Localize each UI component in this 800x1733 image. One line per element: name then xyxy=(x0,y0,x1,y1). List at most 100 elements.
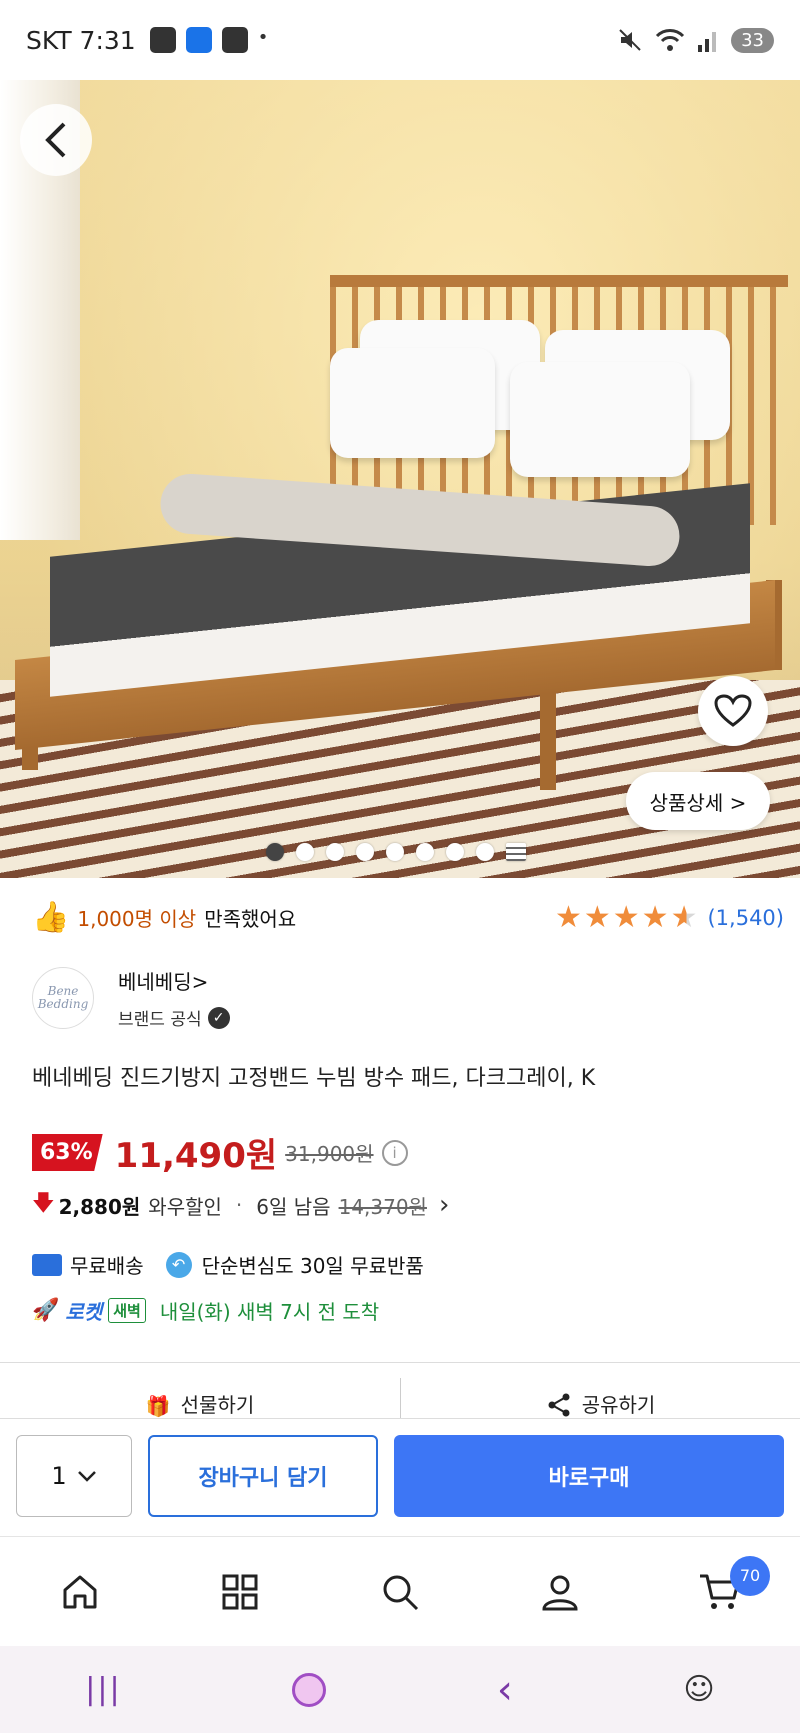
chevron-down-icon xyxy=(77,1471,96,1482)
star-rating[interactable]: ★ ★ ★ ★ ★ (1,540) xyxy=(555,900,784,935)
app-notification-icon xyxy=(185,27,212,53)
status-notification-icons: • xyxy=(149,27,269,53)
image-pillow xyxy=(510,362,690,477)
brand-logo[interactable]: Bene Bedding xyxy=(32,967,94,1029)
info-icon[interactable]: i xyxy=(381,1139,408,1166)
arrival-text: 내일(화) 새벽 7시 전 도착 xyxy=(159,1300,380,1324)
signal-icon xyxy=(698,32,717,52)
rocket-icon: 🚀 xyxy=(32,1298,60,1323)
pagination-dot[interactable] xyxy=(296,843,314,861)
bottom-nav: 70 xyxy=(0,1536,800,1646)
wifi-icon xyxy=(656,29,685,51)
pagination-more-icon[interactable] xyxy=(506,843,526,861)
rating-row: 👍 1,000명 이상 만족했어요 ★ ★ ★ ★ ★ (1,540) xyxy=(32,900,784,935)
nav-home[interactable] xyxy=(50,1562,110,1622)
share-icon xyxy=(548,1393,570,1417)
pagination-dot[interactable] xyxy=(356,843,374,861)
brand-logo-text: Bene Bedding xyxy=(37,984,89,1011)
nav-search[interactable] xyxy=(370,1562,430,1622)
brand-official-label: 브랜드 공식 ✓ xyxy=(118,1005,230,1030)
coffee-icon xyxy=(149,27,176,53)
cart-count-badge: 70 xyxy=(730,1555,770,1596)
chevron-right-icon: › xyxy=(438,1190,450,1220)
sale-price: 11,490원 xyxy=(114,1136,278,1176)
back-button[interactable] xyxy=(20,104,92,176)
image-bed-leg xyxy=(540,680,556,790)
share-actions: 🎁 선물하기 공유하기 xyxy=(0,1378,800,1418)
system-home-button[interactable] xyxy=(292,1672,327,1707)
add-to-cart-button[interactable]: 장바구니 담기 xyxy=(148,1435,378,1517)
separator: · xyxy=(235,1193,243,1217)
satisfied-text: 만족했어요 xyxy=(204,907,297,931)
star-icon: ★ xyxy=(612,900,640,935)
gift-label: 선물하기 xyxy=(180,1393,255,1417)
search-icon xyxy=(383,1575,419,1610)
star-icon: ★ xyxy=(641,900,669,935)
truck-icon xyxy=(32,1253,62,1276)
price-row: 63% 11,490원 31,900원 i xyxy=(32,1128,408,1177)
star-half-icon: ★ xyxy=(670,900,698,935)
review-count[interactable]: (1,540) xyxy=(707,906,784,930)
discount-badge: 63% xyxy=(32,1134,103,1171)
purchase-bar: 1 장바구니 담기 바로구매 xyxy=(0,1418,800,1536)
image-pagination xyxy=(266,843,526,861)
quantity-select[interactable]: 1 xyxy=(16,1435,132,1517)
quantity-value: 1 xyxy=(51,1462,67,1490)
rocket-delivery-row: 🚀 로켓 새벽 내일(화) 새벽 7시 전 도착 xyxy=(32,1296,379,1325)
grid-icon xyxy=(222,1574,258,1609)
nav-categories[interactable] xyxy=(210,1562,270,1622)
rocket-label: 로켓 xyxy=(65,1300,103,1324)
chevron-left-icon xyxy=(45,122,66,158)
free-return-text: 단순변심도 30일 무료반품 xyxy=(201,1254,424,1278)
original-price: 31,900원 xyxy=(285,1142,374,1166)
brand-name-link[interactable]: 베네베딩> xyxy=(118,966,230,995)
product-detail-button[interactable]: 상품상세 > xyxy=(626,772,770,830)
down-arrow-icon: 🡇 xyxy=(32,1191,55,1216)
star-icon: ★ xyxy=(554,900,582,935)
verified-check-icon: ✓ xyxy=(207,1006,230,1029)
gift-icon: 🎁 xyxy=(145,1394,171,1418)
mute-icon xyxy=(619,29,641,51)
status-bar: SKT 7:31 • 33 xyxy=(0,0,800,80)
buy-now-button[interactable]: 바로구매 xyxy=(394,1435,784,1517)
shipping-row: 무료배송 ↶ 단순변심도 30일 무료반품 xyxy=(32,1250,424,1279)
wow-discount-row[interactable]: 🡇 2,880원 와우할인 · 6일 남음 14,370원 › xyxy=(32,1186,449,1224)
pagination-dot[interactable] xyxy=(326,843,344,861)
home-icon xyxy=(63,1575,97,1608)
wow-label: 와우할인 xyxy=(148,1194,222,1219)
satisfied-count: 1,000명 이상 xyxy=(77,907,197,931)
pagination-dot[interactable] xyxy=(266,843,284,861)
system-nav: ||| ‹ ☺ xyxy=(0,1646,800,1733)
divider xyxy=(0,1362,800,1363)
share-label: 공유하기 xyxy=(581,1393,656,1417)
status-time: SKT 7:31 xyxy=(26,25,136,55)
gift-button[interactable]: 🎁 선물하기 xyxy=(0,1378,400,1418)
pagination-dot[interactable] xyxy=(446,843,464,861)
brand-row[interactable]: Bene Bedding 베네베딩> 브랜드 공식 ✓ xyxy=(32,966,230,1030)
more-dot: • xyxy=(257,27,269,48)
user-icon xyxy=(542,1575,578,1610)
pagination-dot[interactable] xyxy=(386,843,404,861)
nav-cart[interactable]: 70 xyxy=(690,1555,770,1622)
return-icon: ↶ xyxy=(165,1251,192,1278)
product-title: 베네베딩 진드기방지 고정밴드 누빔 방수 패드, 다크그레이, K xyxy=(32,1066,596,1091)
battery-level: 33 xyxy=(731,27,774,53)
wow-original-price: 14,370원 xyxy=(338,1194,427,1219)
pagination-dot[interactable] xyxy=(476,843,494,861)
pagination-dot[interactable] xyxy=(416,843,434,861)
weather-icon xyxy=(221,27,248,53)
system-back-icon[interactable]: ‹ xyxy=(497,1667,513,1713)
dawn-delivery-badge: 새벽 xyxy=(108,1298,146,1323)
product-image[interactable] xyxy=(0,80,800,878)
image-pillow xyxy=(330,348,495,458)
free-shipping-text: 무료배송 xyxy=(70,1254,144,1278)
brand-official-text: 브랜드 공식 xyxy=(118,1010,202,1030)
accessibility-icon[interactable]: ☺ xyxy=(683,1672,714,1707)
heart-icon xyxy=(714,694,752,727)
wow-days-left: 6일 남음 xyxy=(256,1194,331,1219)
recent-apps-icon[interactable]: ||| xyxy=(85,1672,121,1707)
nav-my-account[interactable] xyxy=(530,1562,590,1622)
thumbs-up-icon: 👍 xyxy=(32,900,70,935)
share-button[interactable]: 공유하기 xyxy=(400,1378,800,1418)
wishlist-button[interactable] xyxy=(698,676,768,746)
